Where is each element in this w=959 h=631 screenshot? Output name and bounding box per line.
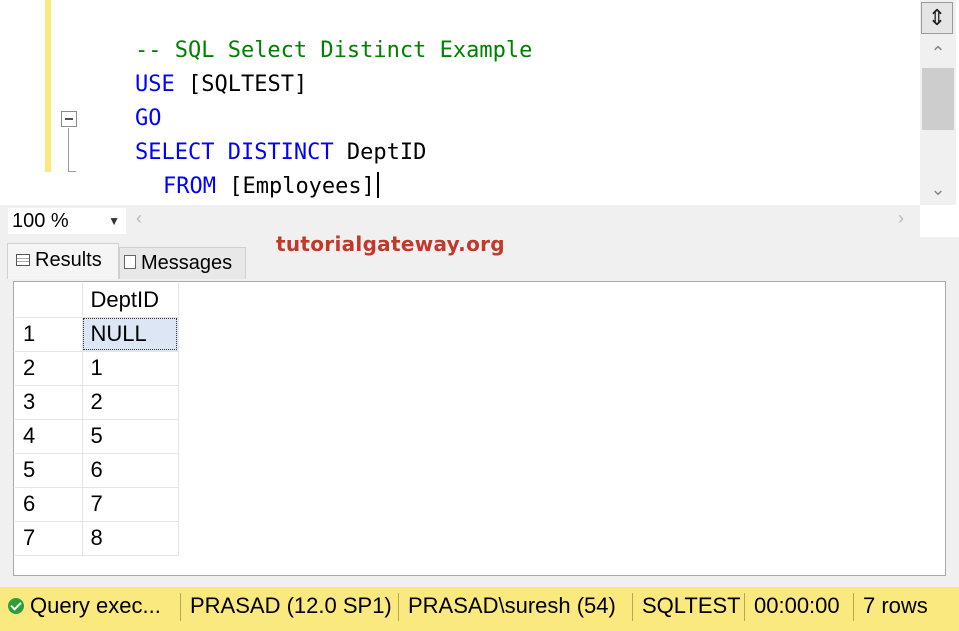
tab-results[interactable]: Results <box>7 243 119 279</box>
status-user: PRASAD\suresh (54) <box>408 593 616 618</box>
editor-vertical-scrollbar[interactable]: ⇕ ⌃ ⌄ <box>920 0 956 205</box>
table-cell[interactable]: 2 <box>82 385 179 420</box>
scrollbar-thumb[interactable] <box>922 68 954 130</box>
results-table: DeptID 1 NULL 2 1 3 2 4 5 5 6 6 7 7 8 <box>15 283 179 556</box>
collapse-outline-icon[interactable] <box>61 111 77 127</box>
code-line-5[interactable]: FROM [Employees] <box>110 136 379 199</box>
row-number[interactable]: 4 <box>15 419 83 454</box>
scroll-right-icon[interactable]: › <box>898 208 904 229</box>
row-number[interactable]: 5 <box>15 453 83 488</box>
status-row-count: 7 rows <box>863 593 928 618</box>
results-grid-icon <box>16 254 30 266</box>
editor-gutter <box>0 0 40 205</box>
status-query-text: Query exec... <box>30 593 161 618</box>
table-row[interactable]: 4 5 <box>15 419 179 454</box>
code-line-1[interactable]: -- SQL Select Distinct Example <box>82 0 532 63</box>
zoom-select[interactable]: 100 % ▼ <box>8 208 126 234</box>
results-pane: Results Messages tutorialgateway.org Dep… <box>0 232 959 587</box>
tab-results-label: Results <box>35 249 102 271</box>
code-line-2[interactable]: USE [SQLTEST] <box>82 34 307 97</box>
change-indicator-bar <box>45 0 51 172</box>
tab-messages-label: Messages <box>141 252 233 274</box>
check-circle-icon <box>8 598 24 614</box>
code-line-3[interactable]: GO <box>82 68 162 131</box>
tab-messages[interactable]: Messages <box>119 247 246 279</box>
sql-text: [Employees] <box>215 174 375 199</box>
status-divider <box>632 593 633 621</box>
column-header-deptid[interactable]: DeptID <box>82 283 179 318</box>
row-number[interactable]: 1 <box>15 317 83 352</box>
scroll-left-icon[interactable]: ‹ <box>136 208 142 229</box>
table-cell[interactable]: 5 <box>82 419 179 454</box>
status-elapsed-time: 00:00:00 <box>754 593 840 618</box>
zoom-value: 100 % <box>12 210 69 232</box>
sql-text: [SQLTEST] <box>174 72 308 97</box>
split-window-icon[interactable]: ⇕ <box>921 2 953 34</box>
text-caret <box>376 172 379 198</box>
table-row[interactable]: 3 2 <box>15 385 179 420</box>
code-line-4[interactable]: SELECT DISTINCT DeptID <box>82 102 426 165</box>
results-grid[interactable]: DeptID 1 NULL 2 1 3 2 4 5 5 6 6 7 7 8 <box>13 281 946 576</box>
table-row[interactable]: 7 8 <box>15 521 179 556</box>
outline-guide-line <box>68 128 69 172</box>
status-divider <box>744 593 745 621</box>
table-cell[interactable]: 1 <box>82 351 179 386</box>
status-database: SQLTEST <box>642 593 741 618</box>
table-row[interactable]: 1 NULL <box>15 317 179 352</box>
table-row[interactable]: 6 7 <box>15 487 179 522</box>
table-row[interactable]: 5 6 <box>15 453 179 488</box>
table-row[interactable]: 2 1 <box>15 351 179 386</box>
dropdown-arrow-icon[interactable]: ▼ <box>108 208 120 234</box>
status-divider <box>398 593 399 621</box>
watermark: tutorialgateway.org <box>276 232 505 256</box>
status-bar: Query exec... PRASAD (12.0 SP1) PRASAD\s… <box>0 587 959 631</box>
table-cell[interactable]: 8 <box>82 521 179 556</box>
table-cell[interactable]: 6 <box>82 453 179 488</box>
row-number[interactable]: 7 <box>15 521 83 556</box>
status-query: Query exec... <box>8 587 161 631</box>
row-number-header <box>15 283 83 318</box>
table-cell[interactable]: 7 <box>82 487 179 522</box>
scroll-up-icon[interactable]: ⌃ <box>920 40 956 66</box>
row-number[interactable]: 2 <box>15 351 83 386</box>
messages-icon <box>124 255 136 269</box>
status-server: PRASAD (12.0 SP1) <box>190 593 392 618</box>
table-cell[interactable]: NULL <box>82 317 179 352</box>
query-editor[interactable]: -- SQL Select Distinct Example USE [SQLT… <box>0 0 920 205</box>
scroll-down-icon[interactable]: ⌄ <box>920 176 956 202</box>
status-divider <box>180 593 181 621</box>
table-header-row: DeptID <box>15 283 179 318</box>
outline-guide-end <box>68 171 76 172</box>
row-number[interactable]: 6 <box>15 487 83 522</box>
row-number[interactable]: 3 <box>15 385 83 420</box>
status-divider <box>853 593 854 621</box>
sql-keyword: FROM <box>162 174 216 199</box>
